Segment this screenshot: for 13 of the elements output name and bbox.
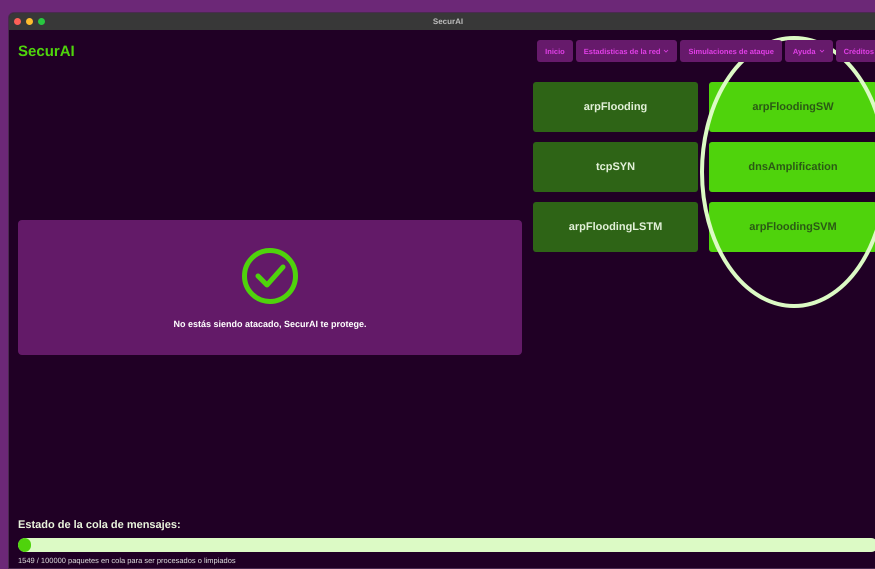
model-button[interactable]: arpFlooding [533, 82, 698, 132]
close-button[interactable] [14, 18, 21, 25]
model-button[interactable]: dnsAmplification [709, 142, 875, 192]
status-message: No estás siendo atacado, SecurAI te protege. [173, 318, 367, 328]
model-button[interactable]: arpFloodingSW [709, 82, 875, 132]
queue-title: Estado de la cola de mensajes: [18, 519, 182, 531]
model-button[interactable]: tcpSYN [533, 142, 698, 192]
window-title: SecurAI [432, 17, 464, 26]
minimize-button[interactable] [26, 18, 33, 25]
model-button[interactable]: arpFloodingLSTM [533, 202, 698, 252]
app-logo: SecurAI [18, 42, 75, 60]
zoom-button[interactable] [38, 18, 45, 25]
model-button[interactable]: arpFloodingSVM [709, 202, 875, 252]
